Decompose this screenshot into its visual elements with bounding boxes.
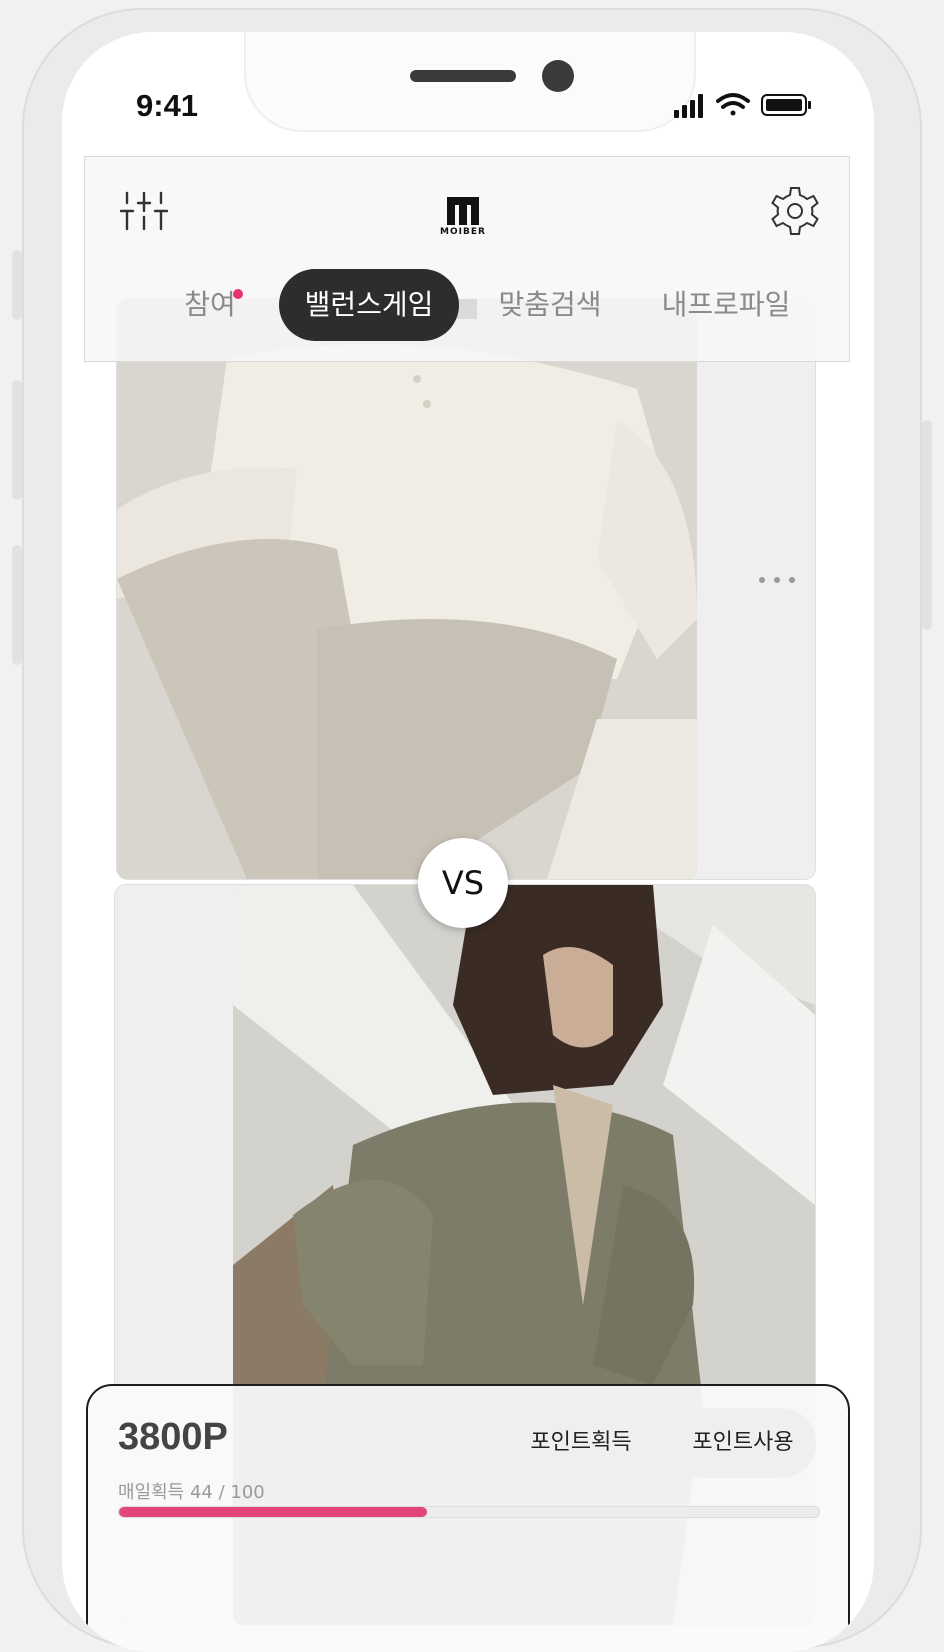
notification-dot — [233, 289, 243, 299]
option-a-card[interactable] — [116, 298, 816, 880]
use-points-button[interactable]: 포인트사용 — [670, 1408, 816, 1478]
brand-logo-mark-icon — [447, 197, 479, 225]
tab-custom-search[interactable]: 맞춤검색 — [485, 269, 615, 341]
battery-icon — [761, 94, 811, 116]
app-header: MOIBER 참여 밸런스게임 맞춤검색 내프로파일 — [84, 156, 850, 362]
tab-custom-search-label: 맞춤검색 — [498, 288, 602, 321]
option-a-illustration — [117, 299, 697, 879]
points-total: 3800P — [118, 1416, 228, 1458]
speaker — [410, 70, 516, 82]
wifi-icon — [716, 93, 750, 116]
earn-points-button[interactable]: 포인트획득 — [508, 1408, 654, 1478]
tab-my-profile[interactable]: 내프로파일 — [651, 269, 801, 341]
status-icons — [674, 93, 811, 118]
vs-badge: VS — [418, 838, 508, 928]
tab-my-profile-label: 내프로파일 — [661, 288, 791, 321]
front-camera — [542, 60, 574, 92]
phone-power-button — [922, 420, 932, 630]
more-options-icon[interactable] — [757, 575, 797, 585]
phone-volume-up — [12, 380, 22, 500]
status-time: 9:41 — [136, 88, 199, 123]
settings-gear-icon[interactable] — [769, 185, 821, 237]
phone-volume-down — [12, 545, 22, 665]
signal-icon — [674, 94, 703, 118]
daily-progress-bar — [118, 1506, 820, 1518]
daily-progress-fill — [119, 1507, 427, 1517]
points-panel: 3800P 포인트획득 포인트사용 매일획득 44 / 100 — [86, 1384, 850, 1652]
use-points-label: 포인트사용 — [692, 1430, 794, 1455]
option-a-photo[interactable] — [117, 299, 697, 879]
daily-earn-label: 매일획득 44 / 100 — [118, 1482, 265, 1503]
tab-participate-label: 참여 — [184, 288, 236, 321]
filter-sliders-icon[interactable] — [119, 189, 169, 233]
tab-participate[interactable]: 참여 — [155, 269, 265, 341]
earn-points-label: 포인트획득 — [530, 1430, 632, 1455]
phone-screen: 9:41 VS MOIBER 참여 밸런스게임 맞춤검색 내프로파일 3800P… — [62, 32, 874, 1652]
tab-balance-game-label: 밸런스게임 — [304, 288, 434, 321]
brand-logo[interactable]: MOIBER — [436, 195, 490, 245]
phone-side-button — [12, 250, 22, 320]
brand-name: MOIBER — [440, 227, 486, 237]
tab-balance-game[interactable]: 밸런스게임 — [279, 269, 459, 341]
